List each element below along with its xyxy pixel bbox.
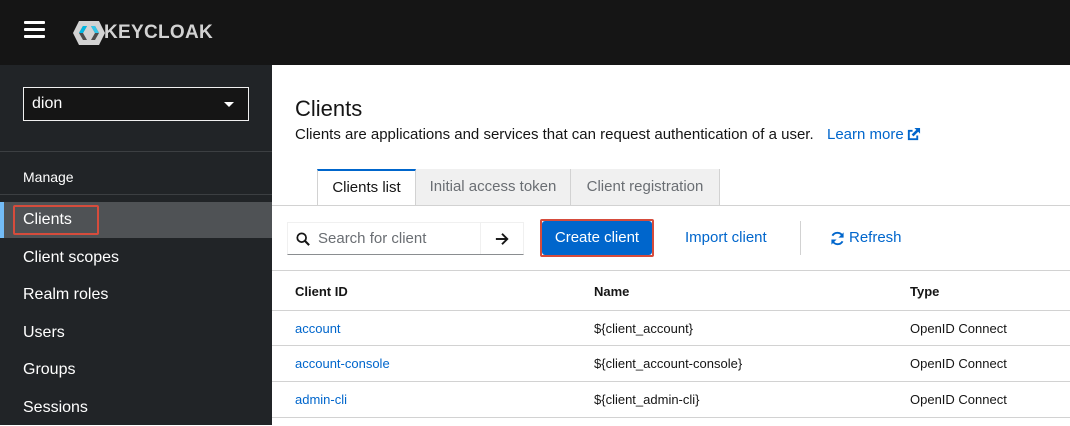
sidebar: dion Manage Clients Client scopes Realm … (0, 65, 272, 425)
search-box: Search for client (287, 222, 524, 255)
sidebar-item-clients[interactable]: Clients (0, 202, 272, 238)
refresh-label: Refresh (849, 229, 902, 246)
search-submit-button[interactable] (480, 223, 523, 254)
client-name: ${client_account} (594, 321, 694, 336)
search-icon (288, 224, 318, 254)
sidebar-item-client-scopes[interactable]: Client scopes (0, 240, 272, 276)
table-row: account ${client_account} OpenID Connect (272, 310, 1070, 346)
search-input[interactable]: Search for client (318, 230, 480, 247)
table-row: account-console ${client_account-console… (272, 346, 1070, 382)
learn-more-link[interactable]: Learn more (827, 126, 921, 143)
client-name: ${client_admin-cli} (594, 392, 700, 407)
client-type: OpenID Connect (910, 356, 1007, 371)
import-client-button[interactable]: Import client (685, 221, 767, 255)
sidebar-item-sessions[interactable]: Sessions (0, 390, 272, 426)
client-type: OpenID Connect (910, 321, 1007, 336)
page-title: Clients (295, 96, 363, 121)
sidebar-item-users[interactable]: Users (0, 315, 272, 351)
column-header-client-id[interactable]: Client ID (295, 284, 348, 299)
realm-name: dion (32, 95, 63, 112)
keycloak-logo-icon (73, 21, 105, 45)
client-id-link[interactable]: admin-cli (295, 392, 347, 407)
refresh-icon (831, 231, 844, 245)
keycloak-logo[interactable]: KEYCLOAK (72, 20, 213, 46)
nav-section-manage: Manage (23, 169, 74, 185)
external-link-icon (907, 127, 920, 141)
page-description: Clients are applications and services th… (295, 126, 814, 143)
table-top-border (272, 270, 1070, 271)
table-row: admin-cli ${client_admin-cli} OpenID Con… (272, 382, 1070, 418)
client-id-link[interactable]: account (295, 321, 341, 336)
main-content: Clients Clients are applications and ser… (272, 65, 1070, 425)
client-id-link[interactable]: account-console (295, 356, 390, 371)
tab-client-registration[interactable]: Client registration (571, 169, 720, 206)
column-header-name: Name (594, 284, 630, 299)
hamburger-menu-icon[interactable] (24, 21, 45, 38)
learn-more-label: Learn more (827, 126, 904, 143)
tab-clients-list[interactable]: Clients list (317, 169, 416, 206)
client-type: OpenID Connect (910, 392, 1007, 407)
create-client-button[interactable]: Create client (542, 221, 652, 255)
column-header-type: Type (910, 284, 940, 299)
sidebar-item-groups[interactable]: Groups (0, 352, 272, 388)
masthead: KEYCLOAK (0, 0, 1070, 65)
tabs-divider (272, 205, 1070, 206)
caret-down-icon (224, 102, 234, 107)
sidebar-divider (0, 194, 272, 195)
refresh-button[interactable]: Refresh (830, 221, 902, 255)
client-name: ${client_account-console} (594, 356, 743, 371)
sidebar-item-realm-roles[interactable]: Realm roles (0, 277, 272, 313)
realm-selector[interactable]: dion (23, 87, 249, 121)
brand-name: KEYCLOAK (104, 22, 214, 43)
toolbar-separator (800, 221, 801, 255)
sidebar-divider (0, 151, 272, 152)
tab-initial-access-token[interactable]: Initial access token (416, 169, 571, 206)
arrow-right-icon (495, 232, 509, 245)
